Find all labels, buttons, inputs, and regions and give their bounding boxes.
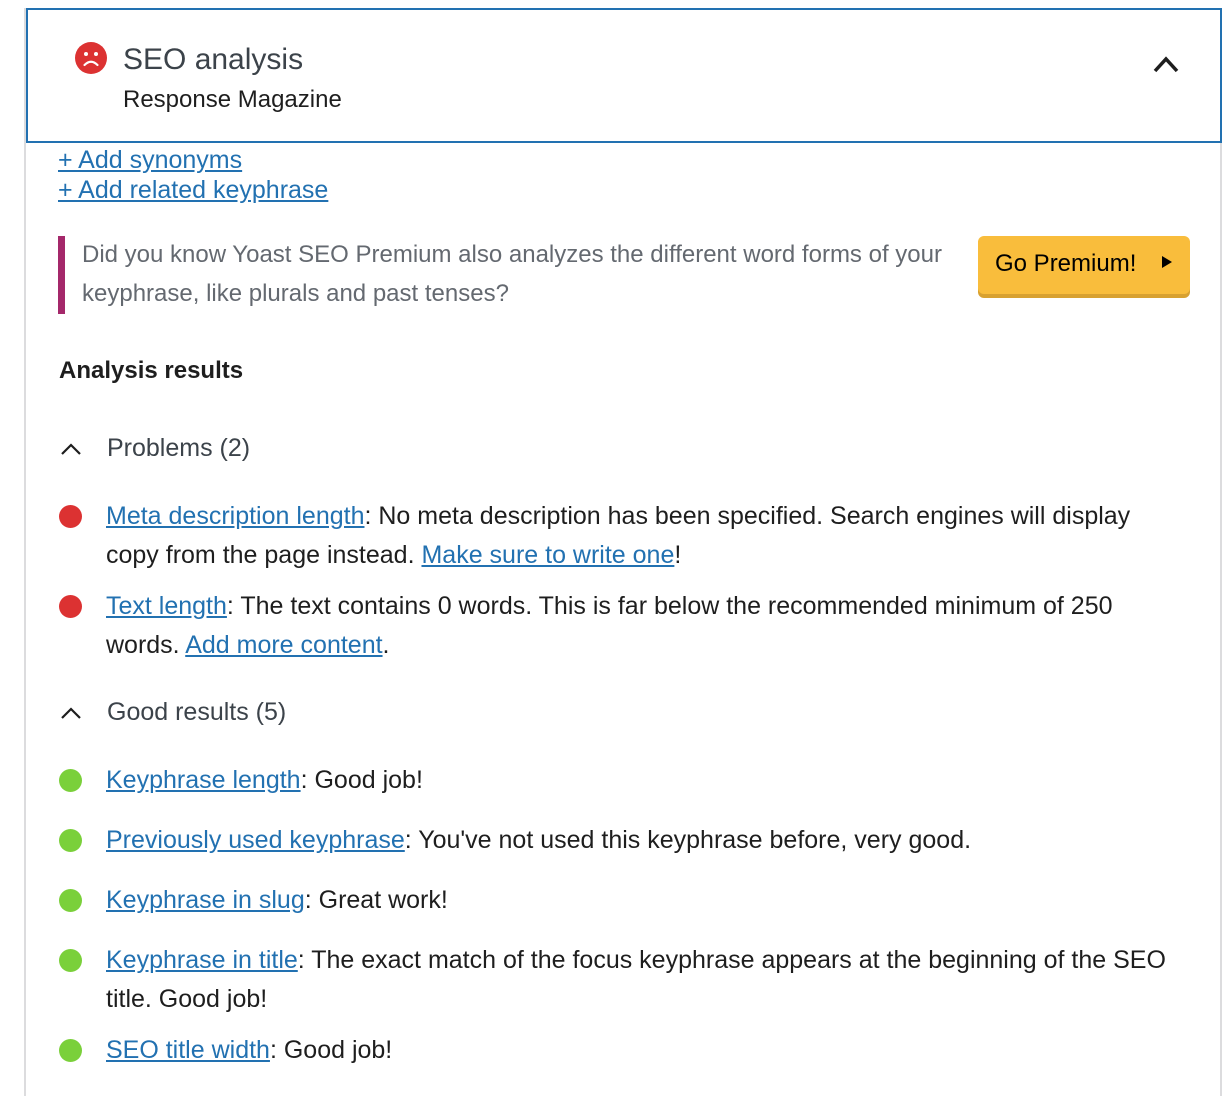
- go-premium-button[interactable]: Go Premium!: [978, 236, 1190, 294]
- panel-title: SEO analysis: [123, 43, 304, 76]
- problem-bullet-icon: [59, 595, 82, 618]
- result-link[interactable]: Keyphrase in slug: [106, 886, 305, 914]
- result-action-link[interactable]: Add more content: [185, 631, 382, 659]
- premium-upsell: Did you know Yoast SEO Premium also anal…: [58, 236, 1198, 314]
- result-text: : You've not used this keyphrase before,…: [404, 826, 972, 854]
- problem-bullet-icon: [59, 505, 82, 528]
- chevron-up-icon: [61, 443, 81, 455]
- chevron-up-icon: [61, 707, 81, 719]
- result-link[interactable]: SEO title width: [106, 1036, 270, 1064]
- result-link[interactable]: Previously used keyphrase: [106, 826, 405, 854]
- result-text-tail: !: [674, 541, 682, 569]
- result-link[interactable]: Meta description length: [106, 502, 364, 530]
- good-bullet-icon: [59, 949, 82, 972]
- chevron-up-icon[interactable]: [1152, 53, 1180, 75]
- good-bullet-icon: [59, 889, 82, 912]
- result-text: : Good job!: [300, 766, 423, 794]
- result-link[interactable]: Keyphrase length: [106, 766, 301, 794]
- add-synonyms-link[interactable]: + Add synonyms: [58, 146, 242, 174]
- result-text: : Good job!: [269, 1036, 393, 1064]
- good-bullet-icon: [59, 1039, 82, 1062]
- result-text-tail: .: [382, 631, 390, 659]
- result-link[interactable]: Keyphrase in title: [106, 946, 298, 974]
- sad-face-icon: [75, 42, 107, 74]
- result-link[interactable]: Text length: [106, 592, 227, 620]
- go-premium-label: Go Premium!: [995, 250, 1137, 277]
- analysis-results-heading: Analysis results: [59, 357, 244, 384]
- top-border: [24, 0, 1222, 8]
- seo-analysis-toggle[interactable]: SEO analysis Response Magazine: [26, 8, 1222, 143]
- good-results-label: Good results (5): [107, 698, 287, 726]
- play-arrow-icon: [1162, 256, 1172, 268]
- problems-label: Problems (2): [107, 434, 251, 462]
- good-bullet-icon: [59, 769, 82, 792]
- keyphrase-links: + Add synonyms + Add related keyphrase: [58, 145, 328, 205]
- upsell-text: Did you know Yoast SEO Premium also anal…: [82, 241, 942, 307]
- panel-subtitle: Response Magazine: [123, 86, 342, 113]
- add-related-keyphrase-link[interactable]: + Add related keyphrase: [58, 176, 328, 204]
- result-action-link[interactable]: Make sure to write one: [421, 541, 674, 569]
- good-bullet-icon: [59, 829, 82, 852]
- result-text: : Great work!: [304, 886, 448, 914]
